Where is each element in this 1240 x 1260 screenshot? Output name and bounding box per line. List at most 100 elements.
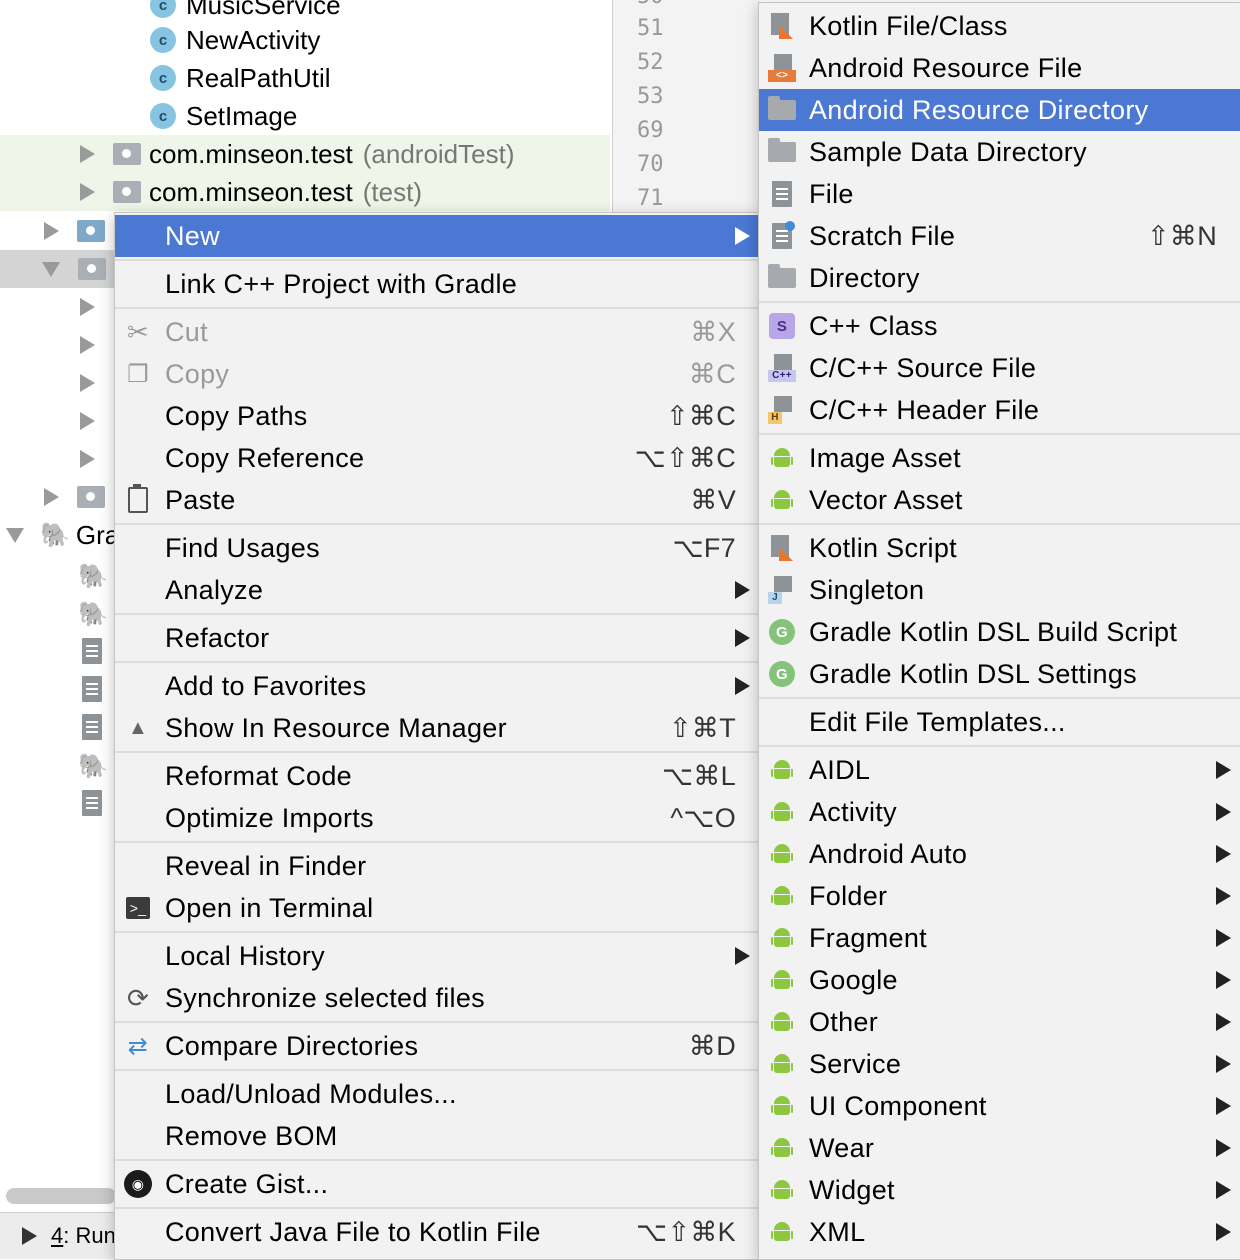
menu-item-aidl[interactable]: AIDL [759,749,1240,791]
expand-arrow-icon[interactable] [44,488,59,506]
expand-arrow-icon[interactable] [80,336,95,354]
expand-arrow-icon[interactable] [80,450,95,468]
menu-item-add-favorites[interactable]: Add to Favorites [115,665,760,707]
menu-item-folder[interactable]: Folder [759,875,1240,917]
menu-item-directory[interactable]: Directory [759,257,1240,299]
menu-item-open-terminal[interactable]: >_ Open in Terminal [115,887,760,929]
menu-item-gradle-kts-build[interactable]: G Gradle Kotlin DSL Build Script [759,611,1240,653]
menu-item-copy[interactable]: ❐ Copy ⌘C [115,353,760,395]
menu-item-singleton[interactable]: J Singleton [759,569,1240,611]
expand-arrow-icon[interactable] [80,412,95,430]
menu-item-analyze[interactable]: Analyze [115,569,760,611]
menu-item-label: Add to Favorites [165,670,367,701]
class-icon: c [150,0,176,18]
menu-item-load-unload[interactable]: Load/Unload Modules... [115,1073,760,1115]
menu-separator [759,697,1240,699]
menu-item-label: Scratch File [809,220,956,251]
menu-item-image-asset[interactable]: Image Asset [759,437,1240,479]
android-icon [767,755,797,785]
menu-item-find-usages[interactable]: Find Usages ⌥F7 [115,527,760,569]
menu-item-other[interactable]: Other [759,1001,1240,1043]
android-icon [767,1049,797,1079]
menu-item-local-history[interactable]: Local History [115,935,760,977]
menu-item-android-auto[interactable]: Android Auto [759,833,1240,875]
tree-item[interactable] [0,364,95,402]
tree-folder-item[interactable] [0,212,113,250]
menu-item-kotlin-file[interactable]: Kotlin File/Class [759,5,1240,47]
menu-item-cut[interactable]: ✂ Cut ⌘X [115,311,760,353]
expand-arrow-icon[interactable] [80,145,95,163]
tree-package-item[interactable]: com.minseon.test (androidTest) [0,135,610,173]
menu-item-vector-asset[interactable]: Vector Asset [759,479,1240,521]
submenu-arrow-icon [1216,1055,1231,1073]
menu-item-cpp-header[interactable]: H C/C++ Header File [759,389,1240,431]
menu-item-xml[interactable]: XML [759,1211,1240,1253]
menu-item-synchronize[interactable]: ⟳ Synchronize selected files [115,977,760,1019]
tree-folder-item[interactable] [0,478,113,516]
menu-item-reveal-finder[interactable]: Reveal in Finder [115,845,760,887]
menu-item-new[interactable]: New [115,215,760,257]
menu-separator [115,307,760,309]
expand-arrow-icon[interactable] [80,374,95,392]
menu-item-reformat[interactable]: Reformat Code ⌥⌘L [115,755,760,797]
g-badge-icon: G [767,659,797,689]
tree-class-item[interactable]: c SetImage [150,97,297,135]
menu-item-widget[interactable]: Widget [759,1169,1240,1211]
menu-item-create-gist[interactable]: ◉ Create Gist... [115,1163,760,1205]
menu-item-compare-dirs[interactable]: ⇄ Compare Directories ⌘D [115,1025,760,1067]
menu-item-convert-kotlin[interactable]: Convert Java File to Kotlin File ⌥⇧⌘K [115,1211,760,1253]
menu-item-label: Android Auto [809,838,968,869]
submenu-arrow-icon [1216,1181,1231,1199]
expand-arrow-icon[interactable] [44,222,59,240]
menu-item-copy-reference[interactable]: Copy Reference ⌥⇧⌘C [115,437,760,479]
expand-arrow-icon[interactable] [80,183,95,201]
tree-item[interactable] [0,402,95,440]
collapse-arrow-icon[interactable] [42,261,60,277]
g-badge-icon: G [767,617,797,647]
run-tool-tab[interactable]: 4 : Run [0,1212,120,1259]
menu-item-scratch-file[interactable]: Scratch File ⇧⌘N [759,215,1240,257]
menu-item-label: Remove BOM [165,1120,338,1151]
tree-item[interactable] [0,288,95,326]
menu-item-service[interactable]: Service [759,1043,1240,1085]
tree-class-item[interactable]: c RealPathUtil [150,59,331,97]
tree-package-item[interactable]: com.minseon.test (test) [0,173,610,211]
submenu-arrow-icon [1216,1223,1231,1241]
menu-item-shortcut: ⌥⌘L [661,760,736,791]
tree-gradle-item[interactable]: 🐘 Gra [0,516,119,554]
menu-item-shortcut: ⌥F7 [672,532,736,563]
menu-item-android-resource-file[interactable]: <> Android Resource File [759,47,1240,89]
tree-item[interactable] [0,440,95,478]
menu-item-label: Cut [165,316,208,347]
menu-item-ui-component[interactable]: UI Component [759,1085,1240,1127]
menu-item-paste[interactable]: Paste ⌘V [115,479,760,521]
menu-item-activity[interactable]: Activity [759,791,1240,833]
expand-arrow-icon[interactable] [80,298,95,316]
menu-item-edit-templates[interactable]: Edit File Templates... [759,701,1240,743]
menu-item-refactor[interactable]: Refactor [115,617,760,659]
menu-item-shortcut: ⌥⇧⌘C [634,442,736,473]
menu-item-sample-data-dir[interactable]: Sample Data Directory [759,131,1240,173]
tree-item[interactable] [0,326,95,364]
folder-icon [767,95,797,125]
menu-item-google[interactable]: Google [759,959,1240,1001]
menu-item-optimize-imports[interactable]: Optimize Imports ^⌥O [115,797,760,839]
menu-item-show-resource-manager[interactable]: ▲ Show In Resource Manager ⇧⌘T [115,707,760,749]
line-number: 52 [637,50,664,75]
tree-class-item[interactable]: c NewActivity [150,21,320,59]
menu-item-label: Wear [809,1132,875,1163]
menu-item-cpp-source[interactable]: C++ C/C++ Source File [759,347,1240,389]
menu-item-kotlin-script[interactable]: Kotlin Script [759,527,1240,569]
menu-item-remove-bom[interactable]: Remove BOM [115,1115,760,1157]
menu-item-gradle-kts-settings[interactable]: G Gradle Kotlin DSL Settings [759,653,1240,695]
file-icon [767,179,797,209]
menu-item-cpp-class[interactable]: S C++ Class [759,305,1240,347]
menu-item-link-cpp[interactable]: Link C++ Project with Gradle [115,263,760,305]
menu-item-fragment[interactable]: Fragment [759,917,1240,959]
horizontal-scrollbar[interactable] [6,1188,116,1204]
menu-item-file[interactable]: File [759,173,1240,215]
collapse-arrow-icon[interactable] [6,527,24,543]
menu-item-android-resource-dir[interactable]: Android Resource Directory [759,89,1240,131]
menu-item-wear[interactable]: Wear [759,1127,1240,1169]
menu-item-copy-paths[interactable]: Copy Paths ⇧⌘C [115,395,760,437]
